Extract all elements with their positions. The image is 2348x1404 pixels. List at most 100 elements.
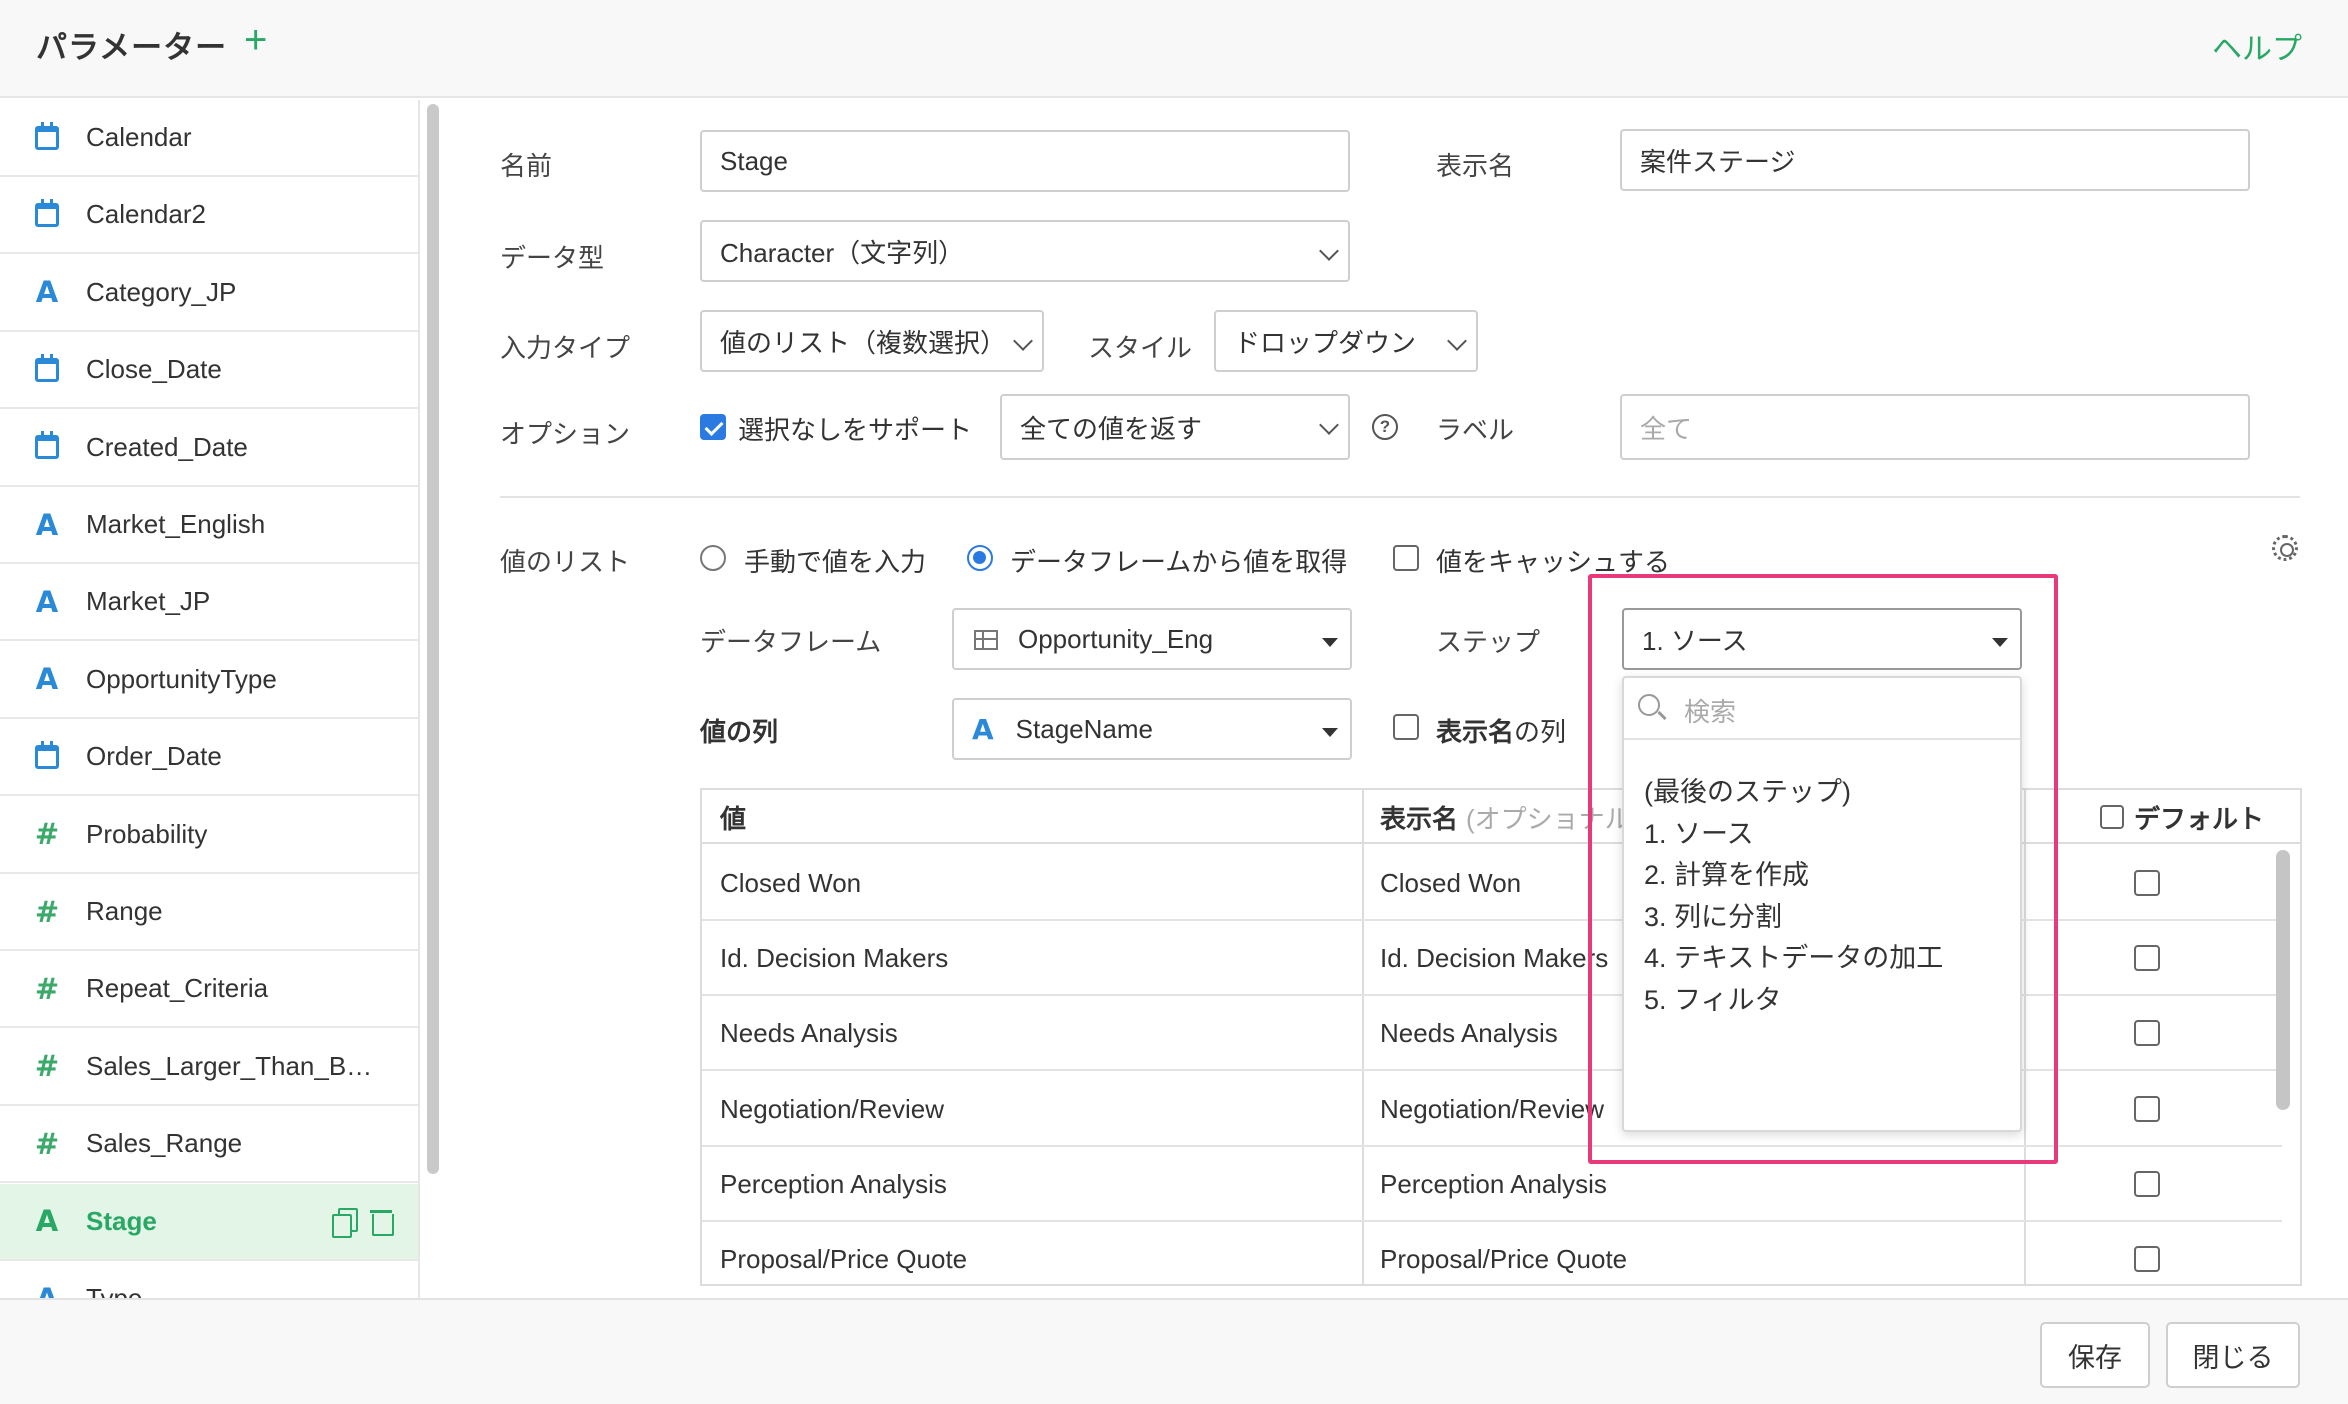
gear-icon[interactable] — [2272, 535, 2298, 561]
sidebar-item-created-date[interactable]: Created_Date — [0, 410, 418, 487]
label-input[interactable]: 全て — [1620, 394, 2250, 460]
number-type-icon: # — [34, 972, 60, 1006]
cell-value[interactable]: Proposal/Price Quote — [702, 1222, 967, 1284]
item-actions — [332, 1207, 394, 1238]
cache-values-checkbox[interactable] — [1393, 545, 1419, 571]
character-type-icon-glyph: A — [35, 584, 59, 619]
cell-display[interactable]: Needs Analysis — [1362, 996, 1558, 1071]
default-checkbox[interactable] — [2134, 870, 2160, 896]
default-checkbox[interactable] — [2134, 1170, 2160, 1197]
support-none-checkbox[interactable] — [700, 414, 726, 440]
value-column-label: 値の列 — [700, 712, 778, 749]
sidebar-item-probability[interactable]: # Probability — [0, 797, 418, 874]
number-type-icon-glyph: # — [34, 1126, 60, 1161]
return-value-select[interactable]: 全ての値を返す — [1000, 394, 1350, 460]
manual-input-label: 手動で値を入力 — [744, 547, 927, 577]
help-link[interactable]: ヘルプ — [2212, 24, 2302, 68]
sidebar-item-label: Created_Date — [86, 431, 248, 462]
values-table: 値 表示名 (オプショナル) デフォルト Closed Won Closed Won… — [700, 788, 2302, 1286]
column-header-default: デフォルト — [2082, 790, 2264, 844]
number-type-icon-glyph: # — [34, 1049, 60, 1084]
character-type-icon-glyph: A — [36, 1282, 58, 1299]
cell-value[interactable]: Closed Won — [702, 846, 861, 921]
sidebar-item-sales-range[interactable]: # Sales_Range — [0, 1106, 418, 1184]
cell-display[interactable]: Negotiation/Review — [1362, 1072, 1604, 1147]
sidebar-item-close-date[interactable]: Close_Date — [0, 332, 418, 410]
number-type-icon-glyph: # — [34, 817, 60, 852]
sidebar-scrollbar[interactable] — [427, 104, 439, 1174]
input-type-value: 値のリスト（複数選択） — [720, 327, 1007, 358]
cell-value[interactable]: Id. Decision Makers — [702, 921, 948, 996]
sidebar-item-sales-larger-than-b-[interactable]: # Sales_Larger_Than_B… — [0, 1029, 418, 1106]
calendar-icon — [34, 121, 60, 152]
style-value: ドロップダウン — [1234, 327, 1417, 358]
save-button[interactable]: 保存 — [2040, 1322, 2150, 1388]
sidebar-item-label: Stage — [86, 1205, 157, 1236]
value-column-select[interactable]: A StageName — [952, 698, 1352, 760]
sidebar-item-label: Close_Date — [86, 354, 222, 385]
character-type-icon-glyph: A — [35, 275, 59, 310]
column-header-default-text: デフォルト — [2134, 803, 2265, 834]
table-row: Proposal/Price Quote Proposal/Price Quote — [702, 1222, 2282, 1284]
sidebar-item-label: Market_JP — [86, 586, 211, 617]
style-label: スタイル — [1088, 333, 1193, 363]
cell-display[interactable]: Proposal/Price Quote — [1362, 1222, 1627, 1284]
cell-value[interactable]: Negotiation/Review — [702, 1072, 944, 1147]
header: パラメーター + ヘルプ — [0, 0, 2348, 98]
sidebar-item-label: Sales_Range — [86, 1128, 243, 1159]
display-name-input[interactable]: 案件ステージ — [1620, 129, 2250, 191]
character-type-icon: A — [34, 1204, 60, 1238]
cell-display[interactable]: Closed Won — [1362, 846, 1521, 921]
data-type-select[interactable]: Character（文字列） — [700, 220, 1350, 282]
sidebar-item-repeat-criteria[interactable]: # Repeat_Criteria — [0, 951, 418, 1029]
sidebar-item-market-jp[interactable]: A Market_JP — [0, 564, 418, 642]
number-type-icon: # — [34, 817, 60, 852]
values-list-label: 値のリスト — [500, 547, 631, 577]
default-checkbox[interactable] — [2134, 1095, 2160, 1122]
table-scrollbar[interactable] — [2276, 850, 2290, 1110]
sidebar-item-calendar2[interactable]: Calendar2 — [0, 177, 418, 255]
name-input[interactable]: Stage — [700, 130, 1350, 192]
close-button[interactable]: 閉じる — [2166, 1322, 2300, 1388]
input-type-select[interactable]: 値のリスト（複数選択） — [700, 310, 1044, 372]
sidebar-item-market-english[interactable]: A Market_English — [0, 487, 418, 564]
value-column-label-text: 値の列 — [700, 717, 779, 747]
help-icon[interactable]: ? — [1372, 414, 1398, 440]
sidebar-item-calendar[interactable]: Calendar — [0, 100, 418, 177]
sidebar-item-stage[interactable]: A Stage — [0, 1183, 418, 1261]
calendar-icon-glyph — [35, 198, 59, 227]
default-checkbox[interactable] — [2134, 945, 2160, 972]
display-column-checkbox[interactable] — [1393, 714, 1419, 740]
style-select[interactable]: ドロップダウン — [1214, 310, 1478, 372]
sidebar-item-range[interactable]: # Range — [0, 874, 418, 951]
from-dataframe-radio[interactable] — [967, 545, 993, 571]
column-header-value: 値 — [720, 803, 747, 834]
cell-display[interactable]: Perception Analysis — [1362, 1147, 1607, 1222]
default-all-checkbox[interactable] — [2100, 805, 2124, 829]
default-checkbox[interactable] — [2134, 1020, 2160, 1047]
table-header: 値 表示名 (オプショナル) デフォルト — [702, 790, 2300, 844]
character-type-icon: A — [972, 712, 994, 746]
add-parameter-button[interactable]: + — [244, 16, 267, 64]
chevron-down-icon — [1319, 415, 1339, 435]
value-column-value: StageName — [1015, 713, 1153, 744]
default-checkbox[interactable] — [2134, 1246, 2160, 1272]
copy-icon[interactable] — [332, 1207, 358, 1238]
manual-input-radio[interactable] — [700, 545, 726, 571]
cell-value[interactable]: Needs Analysis — [702, 996, 898, 1071]
sidebar-item-category-jp[interactable]: A Category_JP — [0, 255, 418, 332]
display-column-suffix: の列 — [1514, 717, 1567, 747]
page-title: パラメーター — [36, 30, 228, 65]
cell-value[interactable]: Perception Analysis — [702, 1147, 947, 1222]
sidebar-item-opportunitytype[interactable]: A OpportunityType — [0, 642, 418, 719]
dataframe-select[interactable]: Opportunity_Eng — [952, 608, 1352, 670]
sidebar-item-label: Type — [86, 1283, 143, 1298]
number-type-icon-glyph: # — [34, 894, 60, 929]
cell-display[interactable]: Id. Decision Makers — [1362, 921, 1608, 996]
sidebar-item-type[interactable]: A Type — [0, 1261, 418, 1299]
sidebar-item-order-date[interactable]: Order_Date — [0, 719, 418, 797]
character-type-icon: A — [34, 1282, 60, 1299]
section-divider — [500, 496, 2300, 498]
trash-icon[interactable] — [370, 1208, 394, 1236]
from-dataframe-label: データフレームから値を取得 — [1010, 547, 1348, 577]
